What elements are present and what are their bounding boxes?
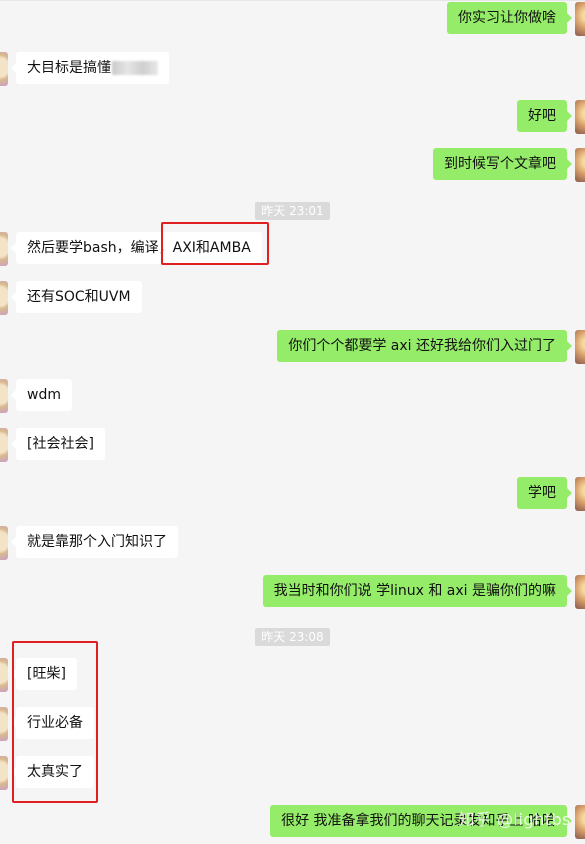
- watermark: 知乎 @lightbs: [458, 810, 571, 829]
- timestamp: 昨天 23:01: [0, 200, 585, 220]
- message-bubble[interactable]: 大目标是搞懂: [11, 52, 169, 84]
- my-avatar[interactable]: [575, 148, 585, 182]
- message-bubble[interactable]: 你实习让你做啥: [447, 2, 572, 34]
- contact-avatar[interactable]: [0, 232, 8, 266]
- message-bubble[interactable]: 就是靠那个入门知识了: [11, 526, 178, 558]
- contact-avatar[interactable]: [0, 707, 8, 741]
- contact-avatar[interactable]: [0, 281, 8, 315]
- message-bubble[interactable]: 学吧: [517, 477, 572, 509]
- message-bubble[interactable]: 还有SOC和UVM: [11, 281, 142, 313]
- chat-message-list[interactable]: 你实习让你做啥 大目标是搞懂 好吧 到时候写个文章吧 昨天 23:01 然后要学…: [0, 0, 585, 844]
- message-bubble[interactable]: wdm: [11, 379, 72, 411]
- red-highlight-box: [12, 641, 98, 803]
- message-bubble[interactable]: 好吧: [517, 100, 572, 132]
- contact-avatar[interactable]: [0, 756, 8, 790]
- message-bubble[interactable]: 我当时和你们说 学linux 和 axi 是骗你们的嘛: [262, 575, 573, 607]
- message-bubble[interactable]: 到时候写个文章吧: [433, 148, 572, 180]
- my-avatar[interactable]: [575, 477, 585, 511]
- contact-avatar[interactable]: [0, 52, 8, 86]
- my-avatar[interactable]: [575, 805, 585, 839]
- contact-avatar[interactable]: [0, 379, 8, 413]
- contact-avatar[interactable]: [0, 658, 8, 692]
- message-bubble[interactable]: [社会社会]: [11, 428, 105, 460]
- top-divider: [0, 0, 585, 1]
- my-avatar[interactable]: [575, 330, 585, 364]
- contact-avatar[interactable]: [0, 428, 8, 462]
- red-highlight-box: [161, 222, 269, 265]
- my-avatar[interactable]: [575, 100, 585, 134]
- blurred-redaction: [112, 61, 158, 75]
- my-avatar[interactable]: [575, 2, 585, 36]
- message-bubble[interactable]: 你们个个都要学 axi 还好我给你们入过门了: [277, 330, 572, 362]
- contact-avatar[interactable]: [0, 526, 8, 560]
- message-text: 大目标是搞懂: [27, 60, 111, 76]
- my-avatar[interactable]: [575, 575, 585, 609]
